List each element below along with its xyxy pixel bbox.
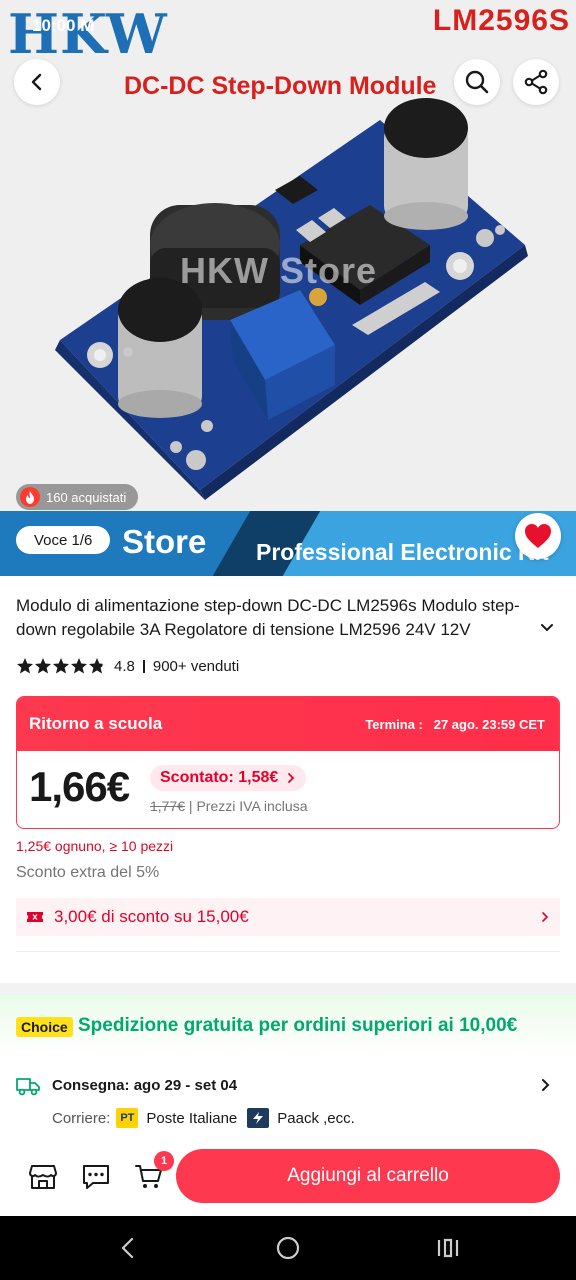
nav-home-icon [276,1236,300,1260]
add-to-cart-button[interactable]: Aggiungi al carrello [176,1149,560,1203]
sold-badge: 160 acquistati [16,484,139,510]
section-divider [0,983,576,995]
deal-ends-value: 27 ago. 23:59 CET [433,716,545,732]
truck-icon [16,1076,40,1101]
image-counter: Voce 1/6 [16,526,111,554]
deal-ends-label: Termina : [365,716,423,732]
old-price-line: 1,77€ | Prezzi IVA inclusa [150,798,308,814]
store-tagline: Professional Electronic Kit [256,539,549,565]
discount-label: Scontato: 1,58€ [160,769,279,786]
store-banner[interactable]: Store Professional Electronic Kit Voce 1… [0,511,576,576]
sold-badge-label: 160 acquistati [46,489,127,505]
store-word: Store [122,523,207,560]
search-button[interactable] [454,59,500,105]
product-title[interactable]: Modulo di alimentazione step-down DC-DC … [16,594,550,642]
image-heading: DC-DC Step-Down Module [124,72,437,100]
carrier-1: Poste Italiane [146,1109,238,1127]
current-price: 1,66€ [29,763,130,810]
carrier-row: Corriere: PT Poste Italiane Paack ,ecc. [52,1108,355,1128]
chevron-right-icon [542,1079,550,1091]
rating-stars [17,658,105,674]
delivery-label: Consegna: [52,1077,130,1094]
deal-name: Ritorno a scuola [29,714,163,733]
coupon-row[interactable]: 3,00€ di sconto su 15,00€ [16,898,560,936]
status-time: 10:00 M [32,16,95,35]
cart-count-badge: 1 [154,1151,174,1171]
coupon-label: 3,00€ di sconto su 15,00€ [54,907,249,926]
chat-button[interactable] [79,1160,113,1194]
deal-countdown: Termina : 27 ago. 23:59 CET [365,717,545,732]
back-button[interactable] [14,59,60,105]
extra-discount: Sconto extra del 5% [16,864,160,881]
watermark: HKW Store [180,250,377,291]
deal-box: Ritorno a scuola Termina : 27 ago. 23:59… [16,696,560,829]
carrier-label: Corriere: [52,1109,111,1127]
nav-recents-icon [437,1238,459,1258]
free-shipping-text[interactable]: Spedizione gratuita per ordini superiori… [78,1015,562,1037]
chat-icon [83,1165,109,1189]
store-icon [29,1165,57,1189]
nav-back-icon [121,1237,134,1259]
share-button[interactable] [513,59,559,105]
paack-logo-icon [247,1108,270,1128]
wishlist-button[interactable] [515,513,561,559]
nav-home-button[interactable] [272,1232,304,1264]
chevron-right-icon [288,773,295,783]
rating-row[interactable]: 4.8 900+ venduti [16,657,239,675]
discount-pill[interactable]: Scontato: 1,58€ [150,765,307,791]
back-arrow-icon [31,73,42,91]
search-icon [465,70,489,94]
old-price: 1,77€ [150,798,186,814]
rating-separator [142,659,145,673]
expand-title-button[interactable] [540,620,554,638]
delivery-details-button[interactable] [540,1078,550,1097]
poste-italiane-logo: PT [116,1108,139,1128]
deal-header: Ritorno a scuola Termina : 27 ago. 23:59… [17,697,559,751]
carrier-2: Paack ,ecc. [277,1109,355,1127]
rating-value: 4.8 [114,657,135,675]
share-icon [524,69,548,95]
heart-icon [525,524,551,548]
nav-recents-button[interactable] [432,1232,464,1264]
vat-note: Prezzi IVA inclusa [196,798,308,814]
chevron-down-icon [541,624,553,632]
choice-badge: Choice [16,1017,73,1037]
sold-count: 900+ venduti [152,657,240,675]
chevron-right-icon [542,912,549,922]
coupon-icon [27,912,43,922]
delivery-dates: ago 29 - set 04 [133,1077,238,1094]
store-button[interactable] [26,1160,60,1194]
divider [16,951,560,952]
fire-icon [20,487,40,507]
bulk-price: 1,25€ ognuno, ≥ 10 pezzi [16,838,174,854]
nav-back-button[interactable] [112,1232,144,1264]
model-label: LM2596S [432,4,570,37]
delivery-info[interactable]: Consegna: ago 29 - set 04 [52,1077,237,1094]
